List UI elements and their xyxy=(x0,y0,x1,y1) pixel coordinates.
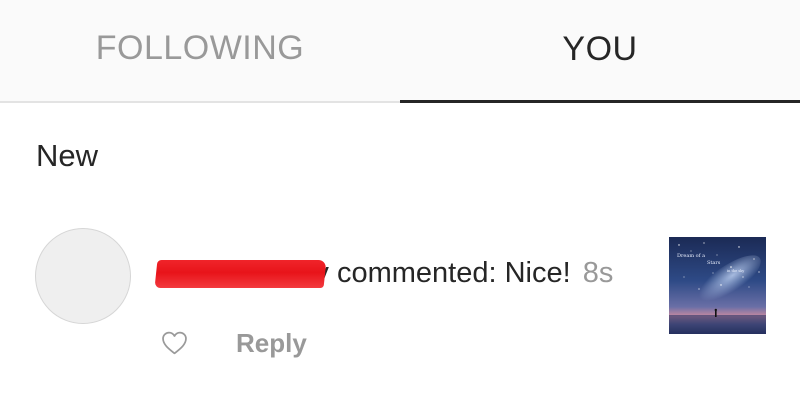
section-title-new: New xyxy=(36,138,99,173)
username-link[interactable]: alexandriagly xyxy=(154,257,329,290)
notification-text: alexandriagly commented: Nice! 8s xyxy=(154,257,614,290)
reply-button[interactable]: Reply xyxy=(236,328,307,359)
tab-you[interactable]: YOU xyxy=(400,0,800,103)
tab-you-label: YOU xyxy=(562,30,638,68)
notification-actions: Reply xyxy=(158,326,307,360)
tab-following[interactable]: FOLLOWING xyxy=(0,0,400,103)
username-redaction xyxy=(154,260,327,288)
thumbnail-text-line2: Stars xyxy=(707,260,721,266)
notification-time: 8s xyxy=(582,257,614,289)
activity-tab-bar: FOLLOWING YOU xyxy=(0,0,800,103)
tab-following-label: FOLLOWING xyxy=(95,29,305,67)
post-thumbnail-image: Dream of a Stars in the sky xyxy=(669,237,766,334)
post-thumbnail[interactable]: Dream of a Stars in the sky xyxy=(669,237,766,334)
thumbnail-text-line3: in the sky xyxy=(727,269,744,273)
avatar[interactable] xyxy=(35,228,131,324)
thumbnail-text-line1: Dream of a xyxy=(677,253,705,259)
notification-message: commented: Nice! xyxy=(336,257,571,289)
heart-icon[interactable] xyxy=(158,328,190,358)
